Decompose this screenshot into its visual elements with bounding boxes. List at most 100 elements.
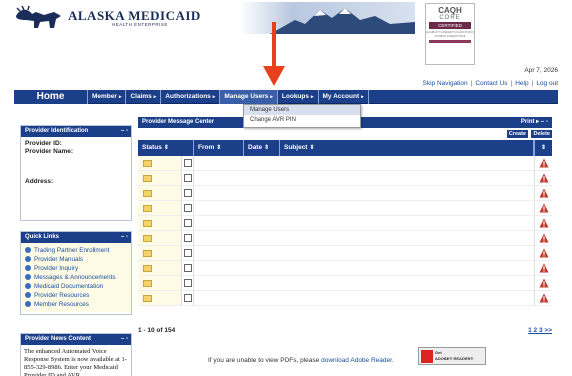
select-cell [182,156,194,170]
alert-cell [534,201,552,215]
alert-cell [534,216,552,230]
message-row[interactable] [138,186,552,201]
brand-subtitle: HEALTH ENTERPRISE [112,22,168,27]
row-checkbox[interactable] [184,174,192,182]
quick-link-provider-resources[interactable]: Provider Resources [25,291,127,300]
nav-member-label: Member [92,93,117,100]
caqh-core: CORE [439,15,461,21]
caret-right-icon: ▸ [311,94,314,100]
message-row[interactable] [138,291,552,306]
address-label: Address: [25,178,54,185]
row-checkbox[interactable] [184,204,192,212]
skip-navigation-link[interactable]: Skip Navigation [423,80,468,87]
row-checkbox[interactable] [184,159,192,167]
column-subject[interactable]: Subject ⇕ [280,140,534,156]
quick-link-trading-partner[interactable]: Trading Partner Enrollment [25,246,127,255]
adobe-icon [421,350,433,363]
quick-link-provider-manuals[interactable]: Provider Manuals [25,255,127,264]
nav-my-account[interactable]: My Account ▸ [319,90,369,104]
print-button[interactable]: Print ▸ – ▫ [521,117,548,128]
nav-my-account-label: My Account [322,93,360,100]
provider-message-center: Provider Message Center Print ▸ – ▫ Crea… [138,117,552,376]
provider-news-panel: Provider News Content – ▫ The enhanced A… [20,333,132,376]
pdf-note: If you are unable to view PDFs, please d… [208,357,394,364]
quick-links-panel: Quick Links – ▫ Trading Partner Enrollme… [20,231,132,315]
warning-icon [539,188,549,198]
column-from[interactable]: From ⇕ [194,140,244,156]
row-checkbox[interactable] [184,279,192,287]
help-link[interactable]: Help [515,80,528,87]
warning-icon [539,278,549,288]
envelope-icon [143,250,152,257]
pager-links[interactable]: 1 2 3 >> [528,326,552,336]
panel-title: Provider News Content [25,336,92,342]
provider-info: Provider ID: Provider Name: Address: [21,137,131,189]
nav-authorizations[interactable]: Authorizations ▸ [161,90,221,104]
contact-us-link[interactable]: Contact Us [475,80,507,87]
menu-item-change-avr-pin[interactable]: Change AVR PIN [244,115,360,125]
adobe-label: Get ADOBE® READER® [435,350,473,362]
get-adobe-reader-button[interactable]: Get ADOBE® READER® [418,347,486,365]
top-links: Skip Navigation | Contact Us | Help | Log out [423,80,559,87]
pdf-note-text: If you are unable to view PDFs, please [208,357,322,364]
grid-header: Status ⇕ From ⇕ Date ⇕ Subject ⇕ ⇕ [138,140,552,156]
row-checkbox[interactable] [184,234,192,242]
select-cell [182,276,194,290]
status-cell [138,186,182,200]
nav-home[interactable]: Home [14,90,88,104]
message-row[interactable] [138,156,552,171]
column-alert[interactable]: ⇕ [534,140,552,156]
nav-manage-users[interactable]: Manage Users ▸ [220,90,278,104]
delete-button[interactable]: Delete [531,130,552,138]
quick-link-messages[interactable]: Messages & Announcements [25,273,127,282]
message-row[interactable] [138,261,552,276]
alert-cell [534,276,552,290]
column-label: Date [248,144,263,151]
panel-controls[interactable]: – ▫ [121,334,128,345]
status-cell [138,276,182,290]
caret-right-icon: ▸ [270,94,273,100]
column-date[interactable]: Date ⇕ [244,140,280,156]
bullet-icon [25,265,31,271]
status-cell [138,231,182,245]
status-cell [138,291,182,305]
message-content-cell [194,156,534,170]
nav-lookups[interactable]: Lookups ▸ [278,90,319,104]
message-row[interactable] [138,216,552,231]
message-row[interactable] [138,231,552,246]
panel-controls[interactable]: – ▫ [121,126,128,137]
quick-link-medicaid-docs[interactable]: Medicaid Documentation [25,282,127,291]
row-checkbox[interactable] [184,189,192,197]
status-cell [138,156,182,170]
message-row[interactable] [138,276,552,291]
menu-item-manage-users[interactable]: Manage Users [244,105,360,115]
create-button[interactable]: Create [506,130,528,138]
message-row[interactable] [138,246,552,261]
quick-link-label: Provider Resources [34,292,90,299]
caret-right-icon: ▸ [153,94,157,100]
quick-link-member-resources[interactable]: Member Resources [25,300,127,309]
panel-controls[interactable]: – ▫ [121,232,128,243]
nav-member[interactable]: Member ▸ [88,90,127,104]
row-checkbox[interactable] [184,294,192,302]
nav-claims[interactable]: Claims ▸ [126,90,162,104]
warning-icon [539,293,549,303]
pager-count: 1 - 10 of 154 [138,327,176,334]
message-content-cell [194,231,534,245]
row-checkbox[interactable] [184,264,192,272]
row-checkbox[interactable] [184,219,192,227]
caret-right-icon: ▸ [212,94,216,100]
log-out-link[interactable]: Log out [536,80,558,87]
quick-link-label: Provider Inquiry [34,265,79,272]
panel-header: Provider Identification – ▫ [21,126,131,137]
message-row[interactable] [138,201,552,216]
quick-link-provider-inquiry[interactable]: Provider Inquiry [25,264,127,273]
row-checkbox[interactable] [184,249,192,257]
caqh-bar [429,40,471,43]
download-adobe-link[interactable]: download Adobe Reader. [321,357,394,364]
column-status[interactable]: Status ⇕ [138,140,194,156]
adobe-get: Get [435,350,442,355]
sort-icon: ⇕ [541,145,547,151]
select-cell [182,216,194,230]
message-row[interactable] [138,171,552,186]
